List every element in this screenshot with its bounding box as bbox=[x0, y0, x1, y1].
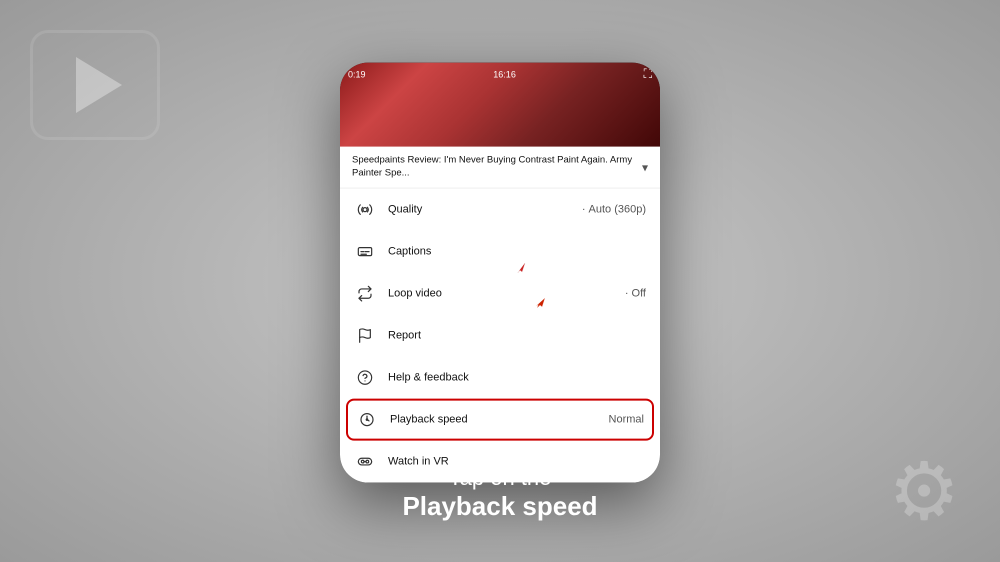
playback-label: Playback speed bbox=[390, 414, 609, 426]
instruction-line2: Playback speed bbox=[0, 491, 1000, 522]
video-title: Speedpaints Review: I'm Never Buying Con… bbox=[352, 155, 638, 180]
menu-item-help[interactable]: Help & feedback bbox=[340, 357, 660, 399]
video-time: 0:19 bbox=[348, 69, 366, 79]
video-top-bar: 0:19 16:16 ⛶ bbox=[340, 63, 660, 86]
report-icon bbox=[354, 325, 376, 347]
quality-label: Quality bbox=[388, 204, 579, 216]
quality-icon bbox=[354, 199, 376, 221]
menu-panel: Speedpaints Review: I'm Never Buying Con… bbox=[340, 147, 660, 483]
menu-item-loop[interactable]: Loop video · Off bbox=[340, 273, 660, 315]
playback-value: Normal bbox=[609, 414, 644, 426]
quality-value: Auto (360p) bbox=[589, 204, 646, 216]
loop-label: Loop video bbox=[388, 288, 622, 300]
fullscreen-icon[interactable]: ⛶ bbox=[644, 67, 652, 82]
speed-icon bbox=[356, 409, 378, 431]
phone-frame: 0:19 16:16 ⛶ Speedpaints Review: I'm Nev… bbox=[340, 63, 660, 483]
menu-item-quality[interactable]: Quality · Auto (360p) bbox=[340, 189, 660, 231]
report-label: Report bbox=[388, 330, 646, 342]
video-duration: 16:16 bbox=[493, 69, 516, 79]
menu-item-report[interactable]: Report bbox=[340, 315, 660, 357]
chevron-down-icon: ▾ bbox=[642, 160, 648, 174]
menu-item-captions[interactable]: Captions bbox=[340, 231, 660, 273]
loop-icon bbox=[354, 283, 376, 305]
bottom-instruction: Tap on the Playback speed bbox=[0, 465, 1000, 522]
captions-label: Captions bbox=[388, 246, 646, 258]
instruction-line1: Tap on the bbox=[0, 465, 1000, 491]
menu-item-playback[interactable]: Playback speed Normal bbox=[346, 399, 654, 441]
play-watermark bbox=[30, 30, 160, 140]
loop-value: Off bbox=[632, 288, 646, 300]
video-title-bar[interactable]: Speedpaints Review: I'm Never Buying Con… bbox=[340, 147, 660, 189]
captions-icon bbox=[354, 241, 376, 263]
play-triangle-icon bbox=[76, 57, 122, 113]
help-label: Help & feedback bbox=[388, 372, 646, 384]
help-icon bbox=[354, 367, 376, 389]
